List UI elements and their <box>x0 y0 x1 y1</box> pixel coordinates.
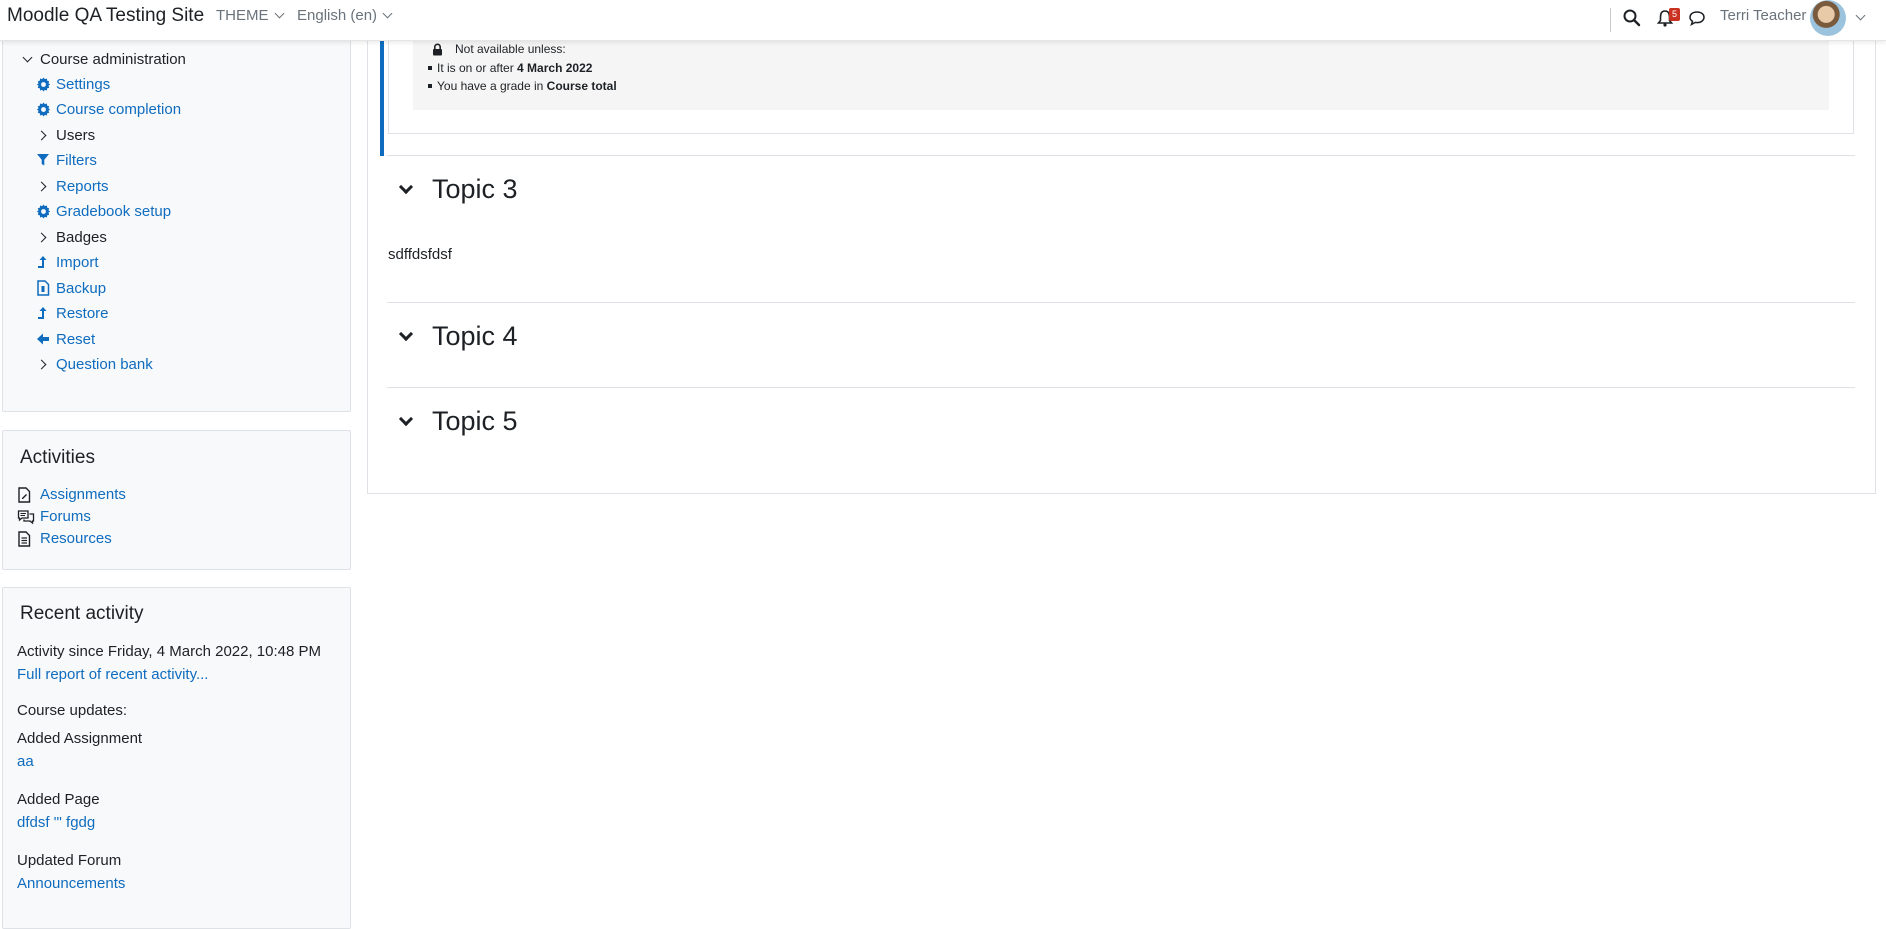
admin-item-settings[interactable]: Settings <box>35 73 110 95</box>
admin-item-backup[interactable]: Backup <box>35 277 106 299</box>
restriction-rule-text: It is on or after <box>437 61 518 75</box>
admin-item-label: Filters <box>56 151 97 169</box>
admin-item-label: Reports <box>56 177 109 195</box>
availability-restriction-box <box>413 34 1829 110</box>
admin-item-label: Restore <box>56 304 109 322</box>
full-report-link[interactable]: Full report of recent activity... <box>17 666 208 683</box>
admin-item-label: Badges <box>56 228 107 246</box>
restriction-rule-date: It is on or after 4 March 2022 <box>427 61 593 75</box>
theme-menu-label: THEME <box>216 7 269 24</box>
restriction-rule-text: You have a grade in <box>437 79 547 93</box>
admin-item-gradebook-setup[interactable]: Gradebook setup <box>35 200 171 222</box>
admin-item-label: Settings <box>56 75 111 93</box>
restriction-rule-grade: You have a grade in Course total <box>428 79 617 93</box>
recent-activity-title: Recent activity <box>20 603 144 624</box>
admin-item-reset[interactable]: Reset <box>35 328 95 350</box>
admin-item-question-bank[interactable]: Question bank <box>35 353 153 375</box>
section-divider <box>387 155 1855 156</box>
arrow-left-icon <box>35 331 51 347</box>
admin-item-badges[interactable]: Badges <box>35 226 107 248</box>
topic-title[interactable]: Topic 5 <box>432 406 518 437</box>
activity-link-assignments[interactable]: Assignments <box>17 486 126 503</box>
chevron-right-icon <box>35 229 51 245</box>
gear-icon <box>35 203 51 219</box>
assignment-icon <box>17 486 35 503</box>
topic-section-header[interactable]: Topic 4 <box>398 321 518 352</box>
user-avatar[interactable] <box>1810 0 1846 36</box>
chevron-down-icon <box>382 8 393 19</box>
restriction-rule-value: Course total <box>546 79 617 93</box>
theme-menu[interactable]: THEME <box>216 7 284 24</box>
chevron-down-icon[interactable] <box>398 326 414 341</box>
restriction-rule-value: 4 March 2022 <box>517 61 593 75</box>
chevron-right-icon <box>35 356 51 372</box>
admin-item-label: Gradebook setup <box>56 202 172 220</box>
activity-link-forums[interactable]: Forums <box>17 508 91 525</box>
top-navbar: Moodle QA Testing Site THEME English (en… <box>0 0 1886 41</box>
admin-item-restore[interactable]: Restore <box>35 302 109 324</box>
admin-item-label: Backup <box>56 279 107 297</box>
upload-icon <box>35 305 51 321</box>
chevron-right-icon <box>35 127 51 143</box>
chevron-right-icon <box>35 178 51 194</box>
chevron-down-icon <box>274 8 284 19</box>
backup-file-icon <box>35 280 51 296</box>
chevron-down-icon <box>19 51 35 67</box>
admin-item-reports[interactable]: Reports <box>35 175 109 197</box>
update-kind: Added Page <box>17 791 100 808</box>
update-link[interactable]: Announcements <box>17 875 125 892</box>
restriction-header-text: Not available unless: <box>455 42 566 56</box>
upload-icon <box>35 254 51 270</box>
topic-title[interactable]: Topic 4 <box>432 321 518 352</box>
update-kind: Updated Forum <box>17 852 122 869</box>
search-icon[interactable] <box>1622 8 1642 28</box>
update-link[interactable]: aa <box>17 753 34 770</box>
forum-icon <box>17 509 35 525</box>
language-menu-label: English (en) <box>297 7 378 24</box>
lock-icon <box>433 43 442 55</box>
gear-icon <box>35 76 51 92</box>
activity-since-text: Activity since Friday, 4 March 2022, 10:… <box>17 643 322 660</box>
update-link[interactable]: dfdsf '" fgdg <box>17 814 95 831</box>
admin-item-label: Import <box>56 253 99 271</box>
activity-link-resources[interactable]: Resources <box>17 530 112 547</box>
section-divider <box>387 302 1855 303</box>
chevron-down-icon[interactable] <box>398 411 414 426</box>
activity-label: Resources <box>40 530 112 547</box>
admin-item-import[interactable]: Import <box>35 251 99 273</box>
activity-label: Assignments <box>40 486 126 503</box>
admin-item-label: Users <box>56 126 96 144</box>
topic-section-header[interactable]: Topic 5 <box>398 406 518 437</box>
topic-summary: sdffdsfdsf <box>388 246 452 263</box>
filter-icon <box>35 152 51 168</box>
gear-icon <box>35 101 51 117</box>
admin-item-course-completion[interactable]: Course completion <box>35 98 181 120</box>
admin-item-filters[interactable]: Filters <box>35 149 97 171</box>
resource-icon <box>17 530 35 547</box>
course-administration-toggle[interactable]: Course administration <box>19 48 186 70</box>
user-name[interactable]: Terri Teacher <box>1720 7 1806 24</box>
language-menu[interactable]: English (en) <box>297 7 393 24</box>
section-divider <box>387 387 1855 388</box>
activity-label: Forums <box>40 508 91 525</box>
admin-item-users[interactable]: Users <box>35 124 95 146</box>
user-menu-chevron-down-icon[interactable] <box>1855 10 1866 21</box>
navbar-divider <box>1610 8 1611 32</box>
chevron-down-icon[interactable] <box>398 179 414 194</box>
admin-item-label: Reset <box>56 330 96 348</box>
admin-item-label: Course completion <box>56 100 182 118</box>
restriction-header: Not available unless: <box>432 42 566 56</box>
course-administration-label: Course administration <box>40 50 186 68</box>
notification-count-badge: 5 <box>1669 8 1681 21</box>
topic-title[interactable]: Topic 3 <box>432 174 518 205</box>
topic-section-header[interactable]: Topic 3 <box>398 174 518 205</box>
chat-icon[interactable] <box>1687 8 1707 28</box>
site-name-link[interactable]: Moodle QA Testing Site <box>7 5 204 27</box>
update-kind: Added Assignment <box>17 730 143 747</box>
admin-item-label: Question bank <box>56 355 153 373</box>
course-updates-heading: Course updates: <box>17 702 128 719</box>
activities-title: Activities <box>20 447 95 468</box>
